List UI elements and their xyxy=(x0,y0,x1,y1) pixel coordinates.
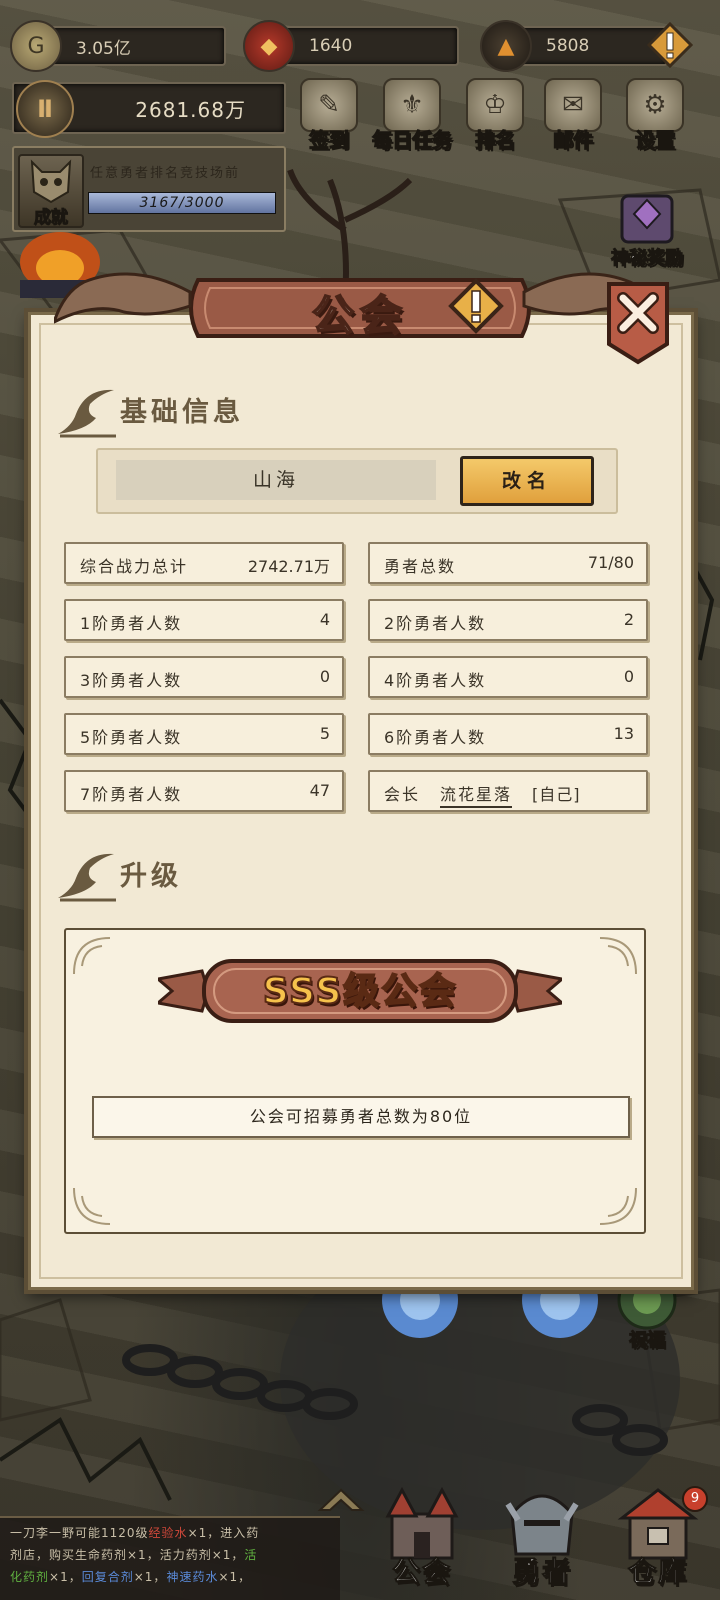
gold-coin-icon: G xyxy=(10,20,62,72)
guild-name-row: 山海 改名 xyxy=(96,448,618,514)
achievement-progress-text: 3167/3000 xyxy=(139,195,225,211)
nav-daily-tasks[interactable]: ⚜ 每日任务 xyxy=(368,78,456,158)
stat-label: 综合战力总计 xyxy=(80,557,189,576)
stat-value: 0 xyxy=(319,667,330,686)
stat-total-power: 综合战力总计 2742.71万 xyxy=(64,542,344,584)
stat-tier5-heroes: 5阶勇者人数 5 xyxy=(64,713,344,755)
news-ticker: 一刀李一野可能1120级经验水×1，进入药 剂店，购买生命药剂×1，活力药剂×1… xyxy=(0,1516,340,1600)
achievement-owl-icon: 成就 xyxy=(18,154,84,229)
ticker-text: ×1， xyxy=(133,1570,167,1584)
total-power-value: 2681.68万 xyxy=(135,98,246,122)
gold-value: 3.05亿 xyxy=(76,38,131,59)
stat-label: 会长 xyxy=(384,785,421,804)
stat-value: 71/80 xyxy=(587,553,634,572)
stat-value: 5 xyxy=(319,724,330,743)
ticker-text: ×1， xyxy=(49,1570,82,1584)
stat-value: 2 xyxy=(623,610,634,629)
basic-info-title: 基础信息 xyxy=(120,397,244,428)
ticker-highlight: 神速药水 xyxy=(166,1570,219,1584)
bottom-nav-heroes[interactable]: 勇者 xyxy=(486,1484,598,1600)
corner-ornament-icon xyxy=(599,1187,637,1225)
stat-label: 4阶勇者人数 xyxy=(384,671,487,690)
stat-tier2-heroes: 2阶勇者人数 2 xyxy=(368,599,648,641)
nav-sign-in-label: 签到 xyxy=(309,128,350,153)
nav-settings[interactable]: ⚙ 设置 xyxy=(618,78,692,158)
ticker-text: ×1， xyxy=(218,1570,252,1584)
ticker-text: ×1，进入药 xyxy=(187,1526,260,1540)
guild-alert-icon[interactable] xyxy=(448,278,504,334)
guild-leader-self-tag: [自己] xyxy=(532,785,581,804)
ticker-text: 一刀李一野可能1120级 xyxy=(10,1526,149,1540)
achievement-progress-bar: 3167/3000 xyxy=(88,192,276,214)
dark-crystal-counter: ▲ 5808 xyxy=(480,20,668,72)
collapse-chevron-icon[interactable] xyxy=(316,1486,366,1526)
ticker-text: 剂店，购买生命药剂×1，活力药剂×1， xyxy=(10,1548,245,1562)
upgrade-ornament-icon xyxy=(58,853,116,902)
gem-shield-icon: ◆ xyxy=(243,20,295,72)
stat-label: 勇者总数 xyxy=(384,557,457,576)
stat-label: 3阶勇者人数 xyxy=(80,671,183,690)
nav-mail-label: 邮件 xyxy=(553,128,594,153)
stat-tier1-heroes: 1阶勇者人数 4 xyxy=(64,599,344,641)
bottom-nav-guild[interactable]: 公会 xyxy=(366,1484,478,1600)
recruit-capacity-text: 公会可招募勇者总数为80位 xyxy=(92,1096,630,1138)
stat-tier3-heroes: 3阶勇者人数 0 xyxy=(64,656,344,698)
stat-tier7-heroes: 7阶勇者人数 47 xyxy=(64,770,344,812)
stat-label: 1阶勇者人数 xyxy=(80,614,183,633)
stat-tier4-heroes: 4阶勇者人数 0 xyxy=(368,656,648,698)
dark-crystal-value: 5808 xyxy=(546,36,590,56)
guild-grade-label: SSS级公会 xyxy=(262,970,458,1013)
nav-mail[interactable]: ✉ 邮件 xyxy=(536,78,610,158)
stat-label: 2阶勇者人数 xyxy=(384,614,487,633)
stat-value: 4 xyxy=(319,610,330,629)
stat-guild-leader: 会长 流花星落 [自己] xyxy=(368,770,648,812)
ticker-line-1: 一刀李一野可能1120级经验水×1，进入药 xyxy=(10,1522,330,1544)
stat-value: 13 xyxy=(613,724,634,743)
corner-ornament-icon xyxy=(73,1187,111,1225)
nav-ranking-label: 排名 xyxy=(475,128,516,153)
title-left-ornament xyxy=(54,272,192,324)
guild-leader-name[interactable]: 流花星落 xyxy=(440,781,513,808)
stat-value: 0 xyxy=(623,667,634,686)
achievement-tag: 成就 xyxy=(34,208,69,229)
upgrade-title: 升级 xyxy=(120,861,182,892)
achievement-panel[interactable]: 成就 任意勇者排名竞技场前 3167/3000 xyxy=(12,146,286,232)
stat-label: 6阶勇者人数 xyxy=(384,728,487,747)
corner-ornament-icon xyxy=(73,937,111,975)
ticker-highlight: 经验水 xyxy=(148,1526,188,1540)
alert-diamond-icon[interactable] xyxy=(647,22,693,68)
ticker-highlight: 活 xyxy=(244,1548,258,1562)
gem-value: 1640 xyxy=(309,36,353,56)
close-button[interactable] xyxy=(605,280,671,366)
stat-value: 47 xyxy=(309,781,330,800)
nav-settings-label: 设置 xyxy=(635,128,676,153)
mystery-reward-button[interactable]: 神秘奖励 xyxy=(598,182,696,270)
ticker-highlight: 回复合剂 xyxy=(81,1570,134,1584)
nav-sign-in[interactable]: ✎ 签到 xyxy=(292,78,366,158)
gem-counter: ◆ 1640 xyxy=(243,20,459,72)
ticker-line-3: 化药剂×1，回复合剂×1，神速药水×1， xyxy=(10,1566,330,1588)
stat-total-heroes: 勇者总数 71/80 xyxy=(368,542,648,584)
total-power-box: Ⅱ 2681.68万 xyxy=(12,80,286,138)
stat-tier6-heroes: 6阶勇者人数 13 xyxy=(368,713,648,755)
gold-counter: G 3.05亿 xyxy=(10,20,226,72)
stat-label: 5阶勇者人数 xyxy=(80,728,183,747)
ticker-line-2: 剂店，购买生命药剂×1，活力药剂×1，活 xyxy=(10,1544,330,1566)
stat-value: 2742.71万 xyxy=(247,557,330,576)
warehouse-notification-badge: 9 xyxy=(682,1486,708,1512)
dark-crystal-icon: ▲ xyxy=(480,20,532,72)
basic-info-ornament-icon xyxy=(58,389,116,438)
nav-daily-tasks-label: 每日任务 xyxy=(372,128,453,153)
rename-button[interactable]: 改名 xyxy=(460,456,594,506)
stat-label: 7阶勇者人数 xyxy=(80,785,183,804)
nav-ranking[interactable]: ♔ 排名 xyxy=(458,78,532,158)
power-emblem-icon: Ⅱ xyxy=(16,80,74,138)
ticker-highlight: 化药剂 xyxy=(10,1570,50,1584)
achievement-description: 任意勇者排名竞技场前 xyxy=(90,166,241,181)
guild-name-field: 山海 xyxy=(116,460,436,500)
corner-ornament-icon xyxy=(599,937,637,975)
blessing-label: 祝福 xyxy=(629,1330,666,1352)
mystery-chest-icon xyxy=(620,194,674,244)
